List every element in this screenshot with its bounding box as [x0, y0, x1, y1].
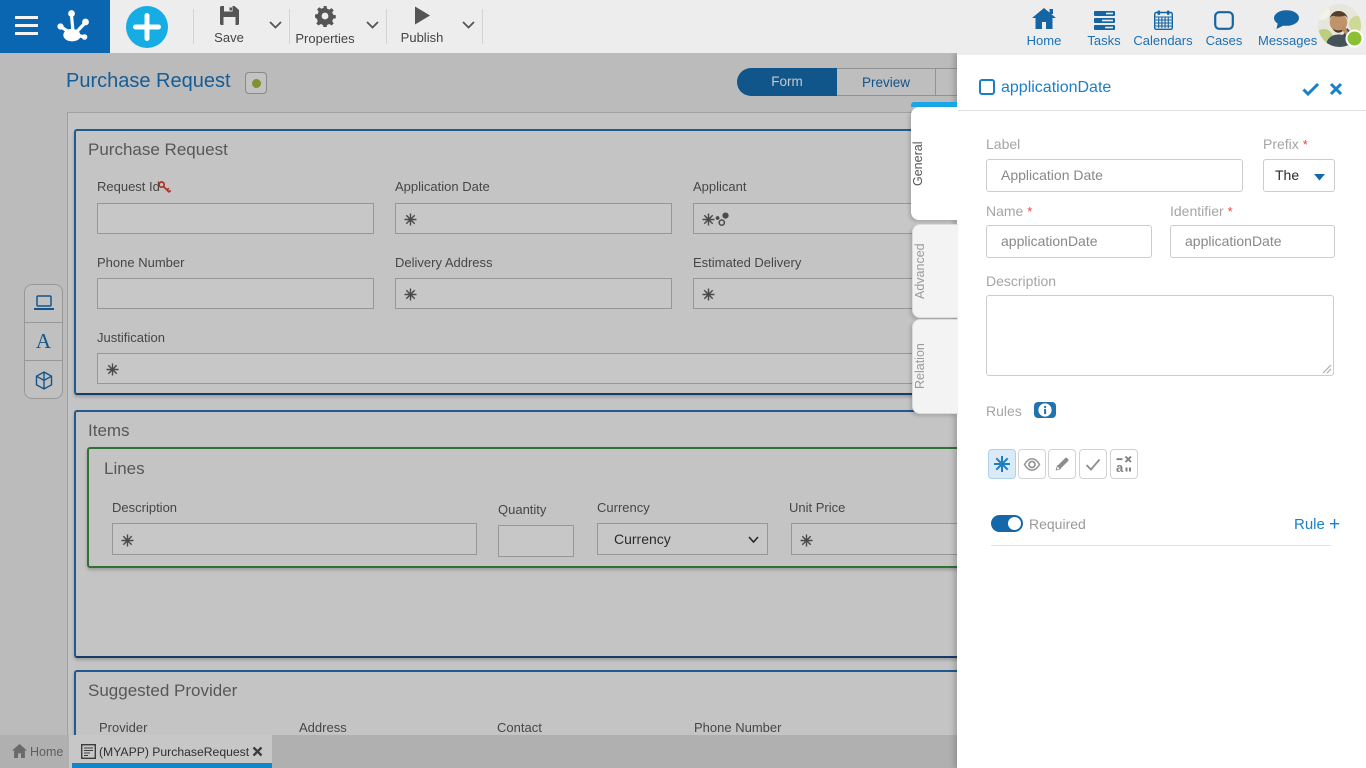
svg-text:a: a [1116, 460, 1124, 474]
